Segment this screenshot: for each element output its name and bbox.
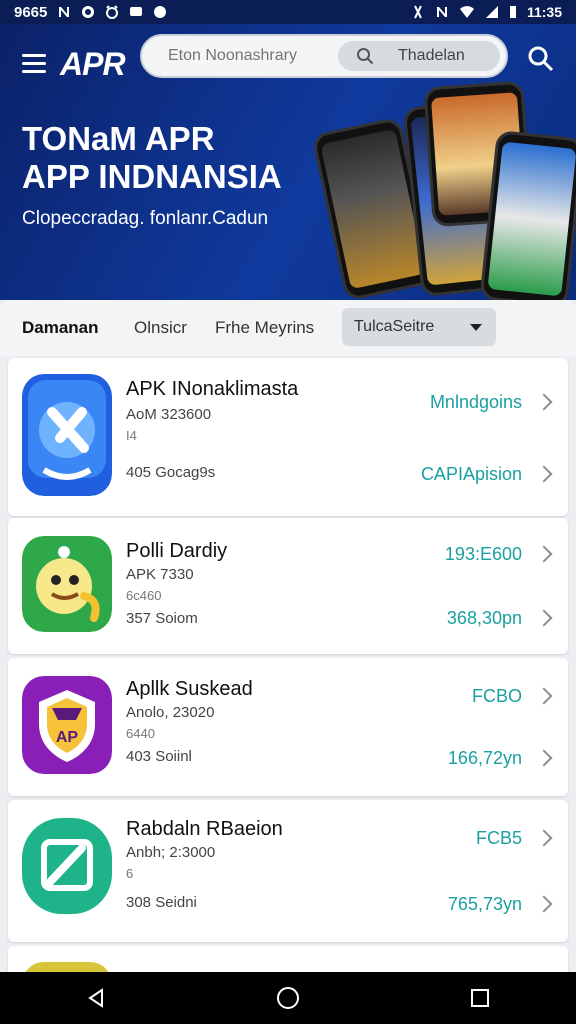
status-bar: 9665 11:35 (0, 0, 576, 24)
app-meta-extra: 6c460 (126, 588, 162, 603)
blue-k-app-icon (22, 374, 112, 496)
app-meta-size: 357 Soiom (126, 610, 198, 627)
app-card[interactable]: Polli Dardiy APK 7330 6c460 357 Soiom 19… (8, 518, 568, 654)
app-name: Apllk Suskead (126, 678, 253, 700)
notification-n-icon (59, 7, 70, 17)
search-icon (357, 48, 374, 65)
purple-shield-app-icon: AP (22, 676, 112, 774)
search-pill[interactable]: Thadelan (338, 41, 500, 71)
search-box[interactable]: Thadelan (140, 34, 508, 78)
chevron-right-icon[interactable] (535, 749, 553, 767)
app-meta-version: Anbh; 2:3000 (126, 844, 216, 861)
back-icon (88, 988, 103, 1008)
search-pill-label: Thadelan (398, 47, 465, 64)
chevron-right-icon[interactable] (535, 829, 553, 847)
chevron-right-icon[interactable] (535, 393, 553, 411)
app-right-value-bottom: 166,72yn (447, 748, 522, 768)
app-meta-size: 308 Seidni (126, 894, 197, 911)
app-right-value-top: FCB5 (475, 828, 522, 848)
filter-dropdown[interactable]: TulcaSeitre (342, 308, 496, 346)
app-right-value-top: 193:E600 (444, 544, 522, 564)
green-bird-app-icon (22, 536, 112, 632)
hero-subtitle: Clopeccradag. fonlanr.Cadun (22, 208, 269, 229)
hamburger-menu-icon[interactable] (22, 54, 46, 74)
app-meta-size: 403 Soiinl (126, 748, 192, 765)
alarm-icon (106, 5, 119, 19)
hero-banner: APR Thadelan TONaM APR APP INDNANSIA Clo… (0, 24, 576, 300)
filter-dropdown-label: TulcaSeitre (354, 318, 435, 335)
app-right-value-bottom: 765,73yn (447, 894, 522, 914)
search-input[interactable] (168, 47, 338, 65)
hero-phones-illustration (311, 74, 576, 300)
app-card[interactable]: Rabdaln RBaeion Anbh; 2:3000 6 308 Seidn… (8, 800, 568, 942)
dropdown-caret-icon (470, 324, 482, 331)
filter-tab-0[interactable]: Damanan (22, 318, 99, 338)
app-name: Polli Dardiy (126, 540, 228, 562)
recents-button[interactable] (460, 978, 500, 1018)
app-meta-version: APK 7330 (126, 566, 194, 583)
chevron-right-icon[interactable] (535, 895, 553, 913)
d-icon (82, 6, 95, 18)
app-right-value-top: Mnlndgoins (429, 392, 522, 412)
vibrate-icon (414, 5, 422, 19)
app-right-value-top: FCBO (471, 686, 522, 706)
recents-icon (471, 989, 489, 1007)
app-name: APK INonaklimasta (126, 378, 299, 400)
chevron-right-icon[interactable] (535, 687, 553, 705)
app-name: Rabdaln RBaeion (126, 818, 283, 840)
filter-tab-1[interactable]: Olnsicr (134, 318, 187, 338)
search-button-icon[interactable] (526, 44, 556, 74)
chevron-right-icon[interactable] (535, 465, 553, 483)
battery-icon (509, 6, 516, 18)
system-navigation-bar (0, 972, 576, 1024)
status-left: 9665 (14, 4, 167, 21)
hero-title-line2: APP INDNANSIA (22, 158, 282, 195)
app-card[interactable]: AP Apllk Suskead Anolo, 23020 6440 403 S… (8, 658, 568, 796)
app-meta-version: AoM 323600 (126, 406, 212, 423)
svg-text:AP: AP (56, 729, 79, 746)
status-time: 11:35 (526, 4, 562, 20)
back-button[interactable] (76, 978, 116, 1018)
filter-bar: Damanan Olnsicr Frhe Meyrins TulcaSeitre (0, 300, 576, 356)
home-icon (277, 987, 299, 1009)
app-meta-size: 405 Gocag9s (126, 464, 216, 481)
app-card[interactable]: APK INonaklimasta AoM 323600 I4 405 Goca… (8, 358, 568, 516)
status-left-text: 9665 (14, 3, 48, 21)
hero-title: TONaM APR APP INDNANSIA (22, 120, 282, 196)
wifi-icon (459, 6, 474, 18)
app-meta-extra: I4 (126, 428, 137, 443)
green-square-app-icon (22, 818, 112, 914)
status-right: 11:35 (411, 4, 562, 20)
app-meta-version: Anolo, 23020 (126, 704, 215, 721)
app-meta-extra: 6 (126, 866, 134, 881)
home-button[interactable] (268, 978, 308, 1018)
phone-mockup (479, 129, 576, 300)
chevron-right-icon[interactable] (535, 609, 553, 627)
app-meta-extra: 6440 (126, 726, 155, 741)
chevron-right-icon[interactable] (535, 545, 553, 563)
hero-title-line1: TONaM APR (22, 120, 215, 157)
sync-icon (154, 6, 167, 18)
app-right-value-bottom: CAPIApision (420, 464, 522, 484)
no-signal-icon (436, 7, 447, 17)
message-icon (130, 7, 143, 16)
signal-icon (485, 6, 498, 18)
app-logo: APR (60, 46, 126, 82)
app-right-value-bottom: 368,30pn (446, 608, 522, 628)
filter-tab-2[interactable]: Frhe Meyrins (215, 318, 314, 338)
